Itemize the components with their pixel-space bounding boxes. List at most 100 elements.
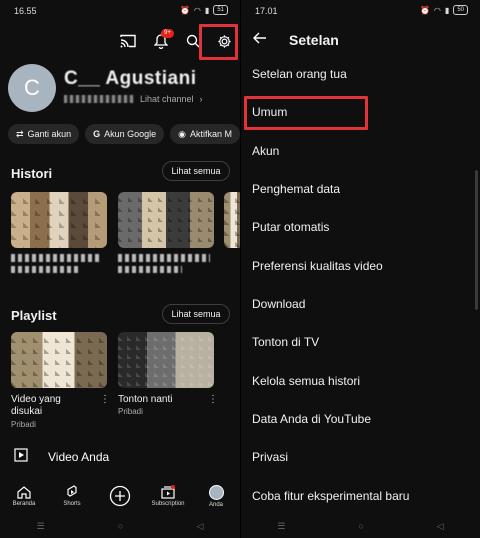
home-circle-icon[interactable]: ○ bbox=[118, 521, 123, 531]
notifications-icon[interactable]: 9+ bbox=[150, 29, 174, 52]
nav-subscriptions[interactable]: Subscription bbox=[146, 485, 190, 507]
chip-google-account[interactable]: G Akun Google bbox=[85, 124, 165, 144]
history-see-all-button[interactable]: Lihat semua bbox=[162, 161, 230, 181]
alarm-icon: ⏰ bbox=[179, 5, 190, 15]
history-title-redacted bbox=[11, 254, 101, 262]
status-icons: ⏰ ◠ ▮ 50 bbox=[420, 5, 468, 15]
cast-icon[interactable] bbox=[117, 30, 139, 52]
avatar[interactable]: C bbox=[8, 64, 56, 112]
recent-apps-icon[interactable]: ☰ bbox=[277, 521, 285, 532]
chip-label: Akun Google bbox=[104, 129, 157, 139]
system-navigation: ☰ ○ ◁ bbox=[241, 514, 480, 538]
back-triangle-icon[interactable]: ◁ bbox=[437, 521, 444, 532]
view-channel-link[interactable]: Lihat channel bbox=[140, 94, 194, 104]
google-g-icon: G bbox=[93, 129, 101, 139]
add-circle-icon bbox=[109, 485, 131, 507]
more-vert-icon[interactable]: ⋮ bbox=[208, 394, 218, 405]
history-thumbnail[interactable] bbox=[224, 192, 240, 248]
signal-icon: ▮ bbox=[444, 5, 450, 15]
notifications-badge: 9+ bbox=[161, 29, 174, 38]
chevron-right-icon: › bbox=[199, 94, 203, 104]
recent-apps-icon[interactable]: ☰ bbox=[37, 521, 45, 532]
setting-manage-history[interactable]: Kelola semua histori bbox=[252, 374, 360, 388]
setting-privacy[interactable]: Privasi bbox=[252, 450, 288, 464]
your-videos-row[interactable]: Video Anda bbox=[0, 441, 240, 473]
settings-header: Setelan bbox=[241, 26, 480, 52]
nav-create[interactable] bbox=[98, 485, 142, 507]
status-bar: 16.55 ⏰ ◠ ▮ 51 bbox=[0, 0, 240, 22]
play-video-icon bbox=[14, 447, 34, 467]
setting-try-experimental[interactable]: Coba fitur eksperimental baru bbox=[252, 489, 409, 503]
account-chips: ⇄ Ganti akun G Akun Google ◉ Aktifkan M bbox=[8, 124, 240, 144]
history-title-redacted bbox=[11, 266, 81, 273]
setting-general[interactable]: Umum bbox=[252, 105, 287, 119]
wifi-icon: ◠ bbox=[193, 5, 201, 15]
settings-screen: 17.01 ⏰ ◠ ▮ 50 Setelan Setelan orang tua… bbox=[240, 0, 480, 538]
setting-parental[interactable]: Setelan orang tua bbox=[252, 67, 347, 81]
home-circle-icon[interactable]: ○ bbox=[358, 521, 363, 531]
status-time: 16.55 bbox=[14, 6, 37, 16]
setting-download[interactable]: Download bbox=[252, 297, 305, 311]
search-icon[interactable] bbox=[182, 30, 204, 52]
status-time: 17.01 bbox=[255, 6, 278, 16]
history-title: Histori bbox=[11, 166, 53, 181]
back-arrow-icon[interactable] bbox=[253, 31, 267, 49]
playlist-liked-title: Video yang disukai bbox=[11, 394, 61, 417]
nav-label: Anda bbox=[208, 501, 223, 508]
setting-your-data[interactable]: Data Anda di YouTube bbox=[252, 412, 371, 426]
history-thumbnail[interactable] bbox=[11, 192, 107, 248]
setting-account[interactable]: Akun bbox=[252, 144, 279, 158]
nav-label: Shorts bbox=[63, 501, 81, 507]
settings-gear-icon[interactable] bbox=[213, 30, 235, 52]
back-triangle-icon[interactable]: ◁ bbox=[196, 521, 203, 532]
nav-home[interactable]: Beranda bbox=[2, 485, 46, 507]
battery-icon: 50 bbox=[453, 5, 468, 15]
system-navigation: ☰ ○ ◁ bbox=[0, 514, 240, 538]
more-vert-icon[interactable]: ⋮ bbox=[100, 394, 110, 405]
signal-icon: ▮ bbox=[204, 5, 210, 15]
bottom-navigation: Beranda Shorts Subscription Anda bbox=[0, 478, 240, 514]
profile-name: C__ Agustiani bbox=[64, 68, 197, 89]
history-title-redacted bbox=[118, 254, 210, 262]
your-videos-label: Video Anda bbox=[48, 450, 110, 464]
history-title-redacted bbox=[118, 266, 182, 273]
wifi-icon: ◠ bbox=[433, 5, 441, 15]
switch-account-icon: ⇄ bbox=[16, 128, 24, 139]
setting-data-saver[interactable]: Penghemat data bbox=[252, 182, 340, 196]
avatar-icon bbox=[208, 484, 224, 500]
home-icon bbox=[17, 485, 31, 499]
playlist-watch-later-sub: Pribadi bbox=[118, 407, 143, 416]
alarm-icon: ⏰ bbox=[419, 5, 430, 15]
playlist-title: Playlist bbox=[11, 308, 57, 323]
settings-title: Setelan bbox=[289, 32, 339, 48]
scrollbar[interactable] bbox=[475, 170, 478, 310]
setting-watch-on-tv[interactable]: Tonton di TV bbox=[252, 335, 319, 349]
status-icons: ⏰ ◠ ▮ 51 bbox=[180, 5, 228, 15]
setting-autoplay[interactable]: Putar otomatis bbox=[252, 220, 329, 234]
playlist-thumbnail-watch-later[interactable] bbox=[118, 332, 214, 388]
chip-label: Aktifkan M bbox=[190, 129, 233, 139]
nav-you[interactable]: Anda bbox=[194, 484, 238, 508]
top-bar: 9+ bbox=[0, 26, 240, 54]
battery-icon: 51 bbox=[213, 5, 228, 15]
nav-label: Subscription bbox=[151, 501, 185, 507]
playlist-watch-later-title: Tonton nanti bbox=[118, 394, 173, 405]
chip-label: Ganti akun bbox=[27, 129, 72, 139]
playlist-see-all-button[interactable]: Lihat semua bbox=[162, 304, 230, 324]
youtube-you-screen: 16.55 ⏰ ◠ ▮ 51 9+ C C__ Agustiani Lihat … bbox=[0, 0, 240, 538]
chip-incognito[interactable]: ◉ Aktifkan M bbox=[170, 124, 240, 144]
profile-header: C C__ Agustiani Lihat channel › bbox=[8, 64, 240, 112]
setting-video-quality[interactable]: Preferensi kualitas video bbox=[252, 259, 383, 273]
subscriptions-icon bbox=[161, 485, 175, 499]
playlist-thumbnail-liked[interactable] bbox=[11, 332, 107, 388]
incognito-icon: ◉ bbox=[178, 128, 186, 139]
shorts-icon bbox=[67, 485, 77, 497]
nav-label: Beranda bbox=[12, 500, 36, 507]
profile-handle-row: Lihat channel › bbox=[64, 94, 203, 104]
chip-switch-account[interactable]: ⇄ Ganti akun bbox=[8, 124, 80, 144]
playlist-liked-sub: Pribadi bbox=[11, 420, 36, 429]
profile-handle-redacted bbox=[64, 95, 134, 103]
nav-shorts[interactable]: Shorts bbox=[50, 485, 94, 507]
history-thumbnail[interactable] bbox=[118, 192, 214, 248]
status-bar: 17.01 ⏰ ◠ ▮ 50 bbox=[241, 0, 480, 22]
